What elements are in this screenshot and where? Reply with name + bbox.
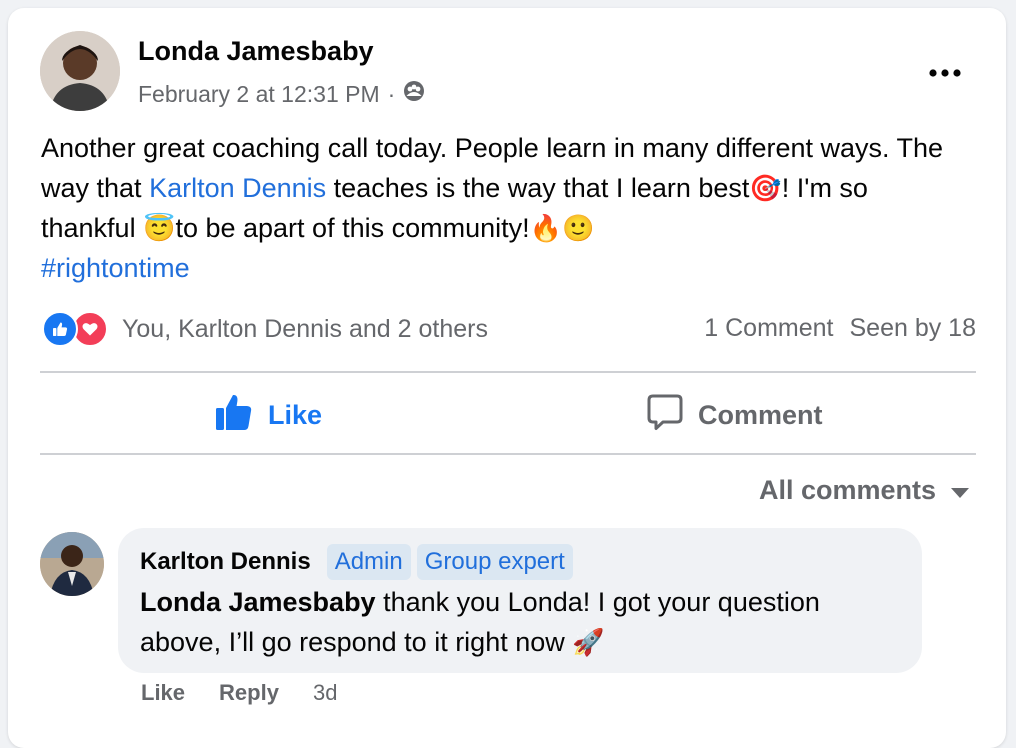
comment-like-button[interactable]: Like [141,680,185,706]
comments-sort-dropdown[interactable]: All comments [759,475,970,506]
comment-header: Karlton Dennis Admin Group expert [140,544,573,580]
smile-emoji: 🙂 [562,213,595,243]
caret-down-icon [950,475,970,506]
comments-count[interactable]: 1 Comment [704,314,833,343]
fire-emoji: 🔥 [529,213,562,243]
group-icon [403,80,425,108]
like-button[interactable]: Like [214,390,322,440]
author-avatar[interactable] [40,31,120,111]
comment-actions: Like Reply 3d [141,680,337,706]
like-reaction-icon [42,311,78,347]
post-author-name[interactable]: Londa Jamesbaby [138,36,374,67]
hashtag-link[interactable]: #rightontime [41,253,190,283]
thumbs-up-icon [214,393,254,438]
post-card: Londa Jamesbaby February 2 at 12:31 PM ·… [8,8,1006,748]
comment-reply-button[interactable]: Reply [219,680,279,706]
target-emoji: 🎯 [749,173,782,203]
comment-bubble: Karlton Dennis Admin Group expert Londa … [118,528,922,673]
commenter-name[interactable]: Karlton Dennis [140,548,311,576]
reactors-text[interactable]: You, Karlton Dennis and 2 others [122,315,488,344]
commenter-avatar[interactable] [40,532,104,596]
post-stats: 1 Comment Seen by 18 [704,314,976,343]
divider [40,453,976,455]
comment-label: Comment [698,399,823,430]
rocket-emoji: 🚀 [572,627,605,657]
post-text: to be apart of this community! [175,213,530,243]
more-options-icon[interactable] [928,53,962,85]
commenter-badges: Admin Group expert [326,544,573,580]
divider [40,371,976,373]
admin-badge[interactable]: Admin [326,544,411,580]
meta-separator: · [387,80,396,107]
reactions-summary[interactable]: You, Karlton Dennis and 2 others [42,311,488,347]
post-text: teaches is the way that I learn best [326,173,750,203]
seen-by-count[interactable]: Seen by 18 [850,314,977,343]
comment-time[interactable]: 3d [313,680,337,706]
mention-link[interactable]: Karlton Dennis [149,173,326,203]
comment-button[interactable]: Comment [646,390,823,440]
comment-text: Londa Jamesbaby thank you Londa! I got y… [140,582,900,662]
post-meta: February 2 at 12:31 PM · [138,80,425,108]
comment-mention[interactable]: Londa Jamesbaby [140,587,376,617]
comment-bubble-icon [646,393,684,438]
like-label: Like [268,399,323,430]
post-body: Another great coaching call today. Peopl… [41,128,951,288]
halo-emoji: 😇 [143,213,176,243]
group-expert-badge[interactable]: Group expert [416,544,573,580]
post-timestamp[interactable]: February 2 at 12:31 PM [138,81,380,108]
sort-label: All comments [758,475,936,505]
